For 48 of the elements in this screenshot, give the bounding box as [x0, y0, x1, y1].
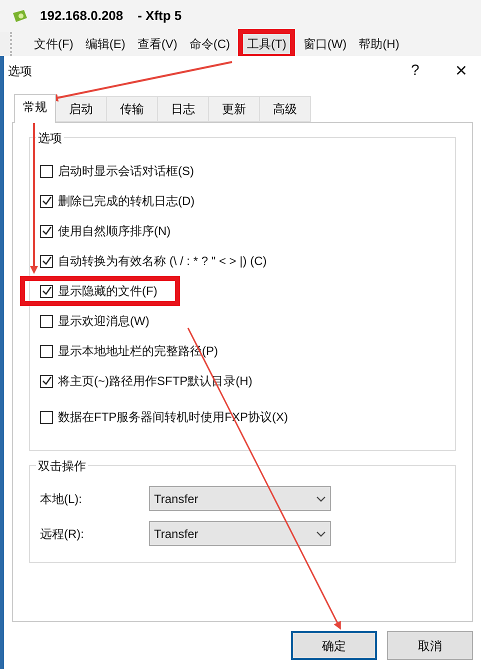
checkbox[interactable] [40, 254, 53, 268]
checkbox[interactable] [40, 314, 53, 328]
window-title: 192.168.0.208 - Xftp 5 [40, 7, 182, 26]
tab[interactable]: 高级 [260, 96, 311, 122]
checkbox[interactable] [40, 284, 53, 298]
close-button[interactable]: × [455, 61, 467, 81]
checkmark-icon [42, 226, 52, 236]
menu-item[interactable]: 窗口(W) [299, 29, 351, 59]
dropdown[interactable]: Transfer [149, 486, 331, 511]
checkmark-icon [42, 376, 52, 386]
app-logo-icon [12, 9, 28, 23]
group-title: 双击操作 [36, 457, 88, 475]
chevron-down-icon [316, 496, 326, 502]
checkbox[interactable] [40, 224, 53, 238]
option-label: 自动转换为有效名称 (\ / : * ? " < > |) (C) [58, 253, 267, 270]
option-label: 显示隐藏的文件(F) [58, 283, 158, 300]
menu-item[interactable]: 工具(T) [238, 29, 296, 59]
field-label: 远程(R): [40, 526, 85, 542]
checkbox[interactable] [40, 410, 53, 424]
menu-item[interactable]: 帮助(H) [354, 29, 404, 59]
checkmark-icon [42, 286, 52, 296]
menu-item[interactable]: 文件(F) [30, 29, 78, 59]
tab[interactable]: 更新 [209, 96, 260, 122]
tab[interactable]: 启动 [56, 96, 107, 122]
dropdown[interactable]: Transfer [149, 521, 331, 546]
checkbox[interactable] [40, 194, 53, 208]
option-label: 启动时显示会话对话框(S) [58, 163, 194, 180]
option-label: 删除已完成的转机日志(D) [58, 193, 195, 210]
menu-item[interactable]: 编辑(E) [81, 29, 130, 59]
dialog-title: 选项 [8, 63, 32, 80]
group-title: 选项 [36, 129, 64, 147]
option-label: 使用自然顺序排序(N) [58, 223, 171, 240]
option-label: 显示欢迎消息(W) [58, 313, 150, 330]
tab[interactable]: 日志 [158, 96, 209, 122]
checkbox[interactable] [40, 374, 53, 388]
checkmark-icon [42, 196, 52, 206]
menu-item[interactable]: 命令(C) [185, 29, 234, 59]
menu-item[interactable]: 查看(V) [133, 29, 182, 59]
help-button[interactable]: ? [410, 60, 420, 82]
dialog-button[interactable]: 取消 [387, 631, 473, 660]
tab[interactable]: 传输 [107, 96, 158, 122]
checkmark-icon [42, 256, 52, 266]
dialog-button[interactable]: 确定 [291, 631, 377, 660]
tab[interactable]: 常规 [14, 94, 56, 123]
field-label: 本地(L): [40, 490, 83, 508]
chevron-down-icon [316, 530, 326, 536]
checkbox[interactable] [40, 344, 53, 358]
checkbox[interactable] [40, 164, 53, 178]
